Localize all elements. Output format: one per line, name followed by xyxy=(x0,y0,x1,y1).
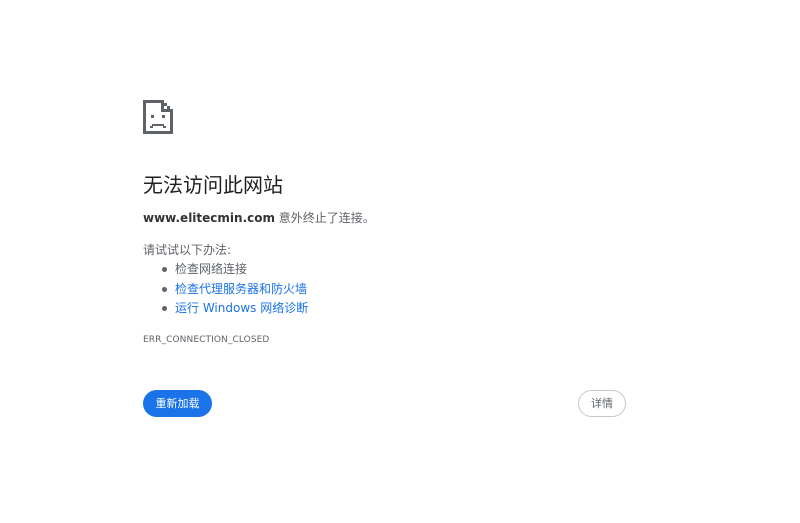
suggestion-run-diagnostics-link[interactable]: 运行 Windows 网络诊断 xyxy=(175,301,308,315)
suggestion-item: 检查代理服务器和防火墙 xyxy=(143,280,308,300)
bullet-icon xyxy=(162,306,167,311)
error-page: 无法访问此网站 www.elitecmin.com 意外终止了连接。 请试试以下… xyxy=(0,0,800,523)
suggestion-item: 运行 Windows 网络诊断 xyxy=(143,299,308,319)
suggestions-list: 检查网络连接 检查代理服务器和防火墙 运行 Windows 网络诊断 xyxy=(143,260,308,319)
suggestion-check-proxy-link[interactable]: 检查代理服务器和防火墙 xyxy=(175,282,307,296)
suggestions-heading: 请试试以下办法: xyxy=(143,243,232,257)
suggestion-check-network: 检查网络连接 xyxy=(175,262,248,276)
site-host: www.elitecmin.com xyxy=(143,211,275,225)
bullet-icon xyxy=(162,286,167,292)
error-code: ERR_CONNECTION_CLOSED xyxy=(143,335,270,345)
sad-page-icon xyxy=(143,100,173,134)
page-title: 无法访问此网站 xyxy=(143,173,283,197)
suggestion-item: 检查网络连接 xyxy=(143,260,308,280)
reload-button[interactable]: 重新加载 xyxy=(143,390,212,417)
error-summary: www.elitecmin.com 意外终止了连接。 xyxy=(143,210,375,226)
bullet-icon xyxy=(162,267,167,272)
details-button[interactable]: 详情 xyxy=(578,390,626,417)
error-summary-text: 意外终止了连接。 xyxy=(274,211,375,225)
